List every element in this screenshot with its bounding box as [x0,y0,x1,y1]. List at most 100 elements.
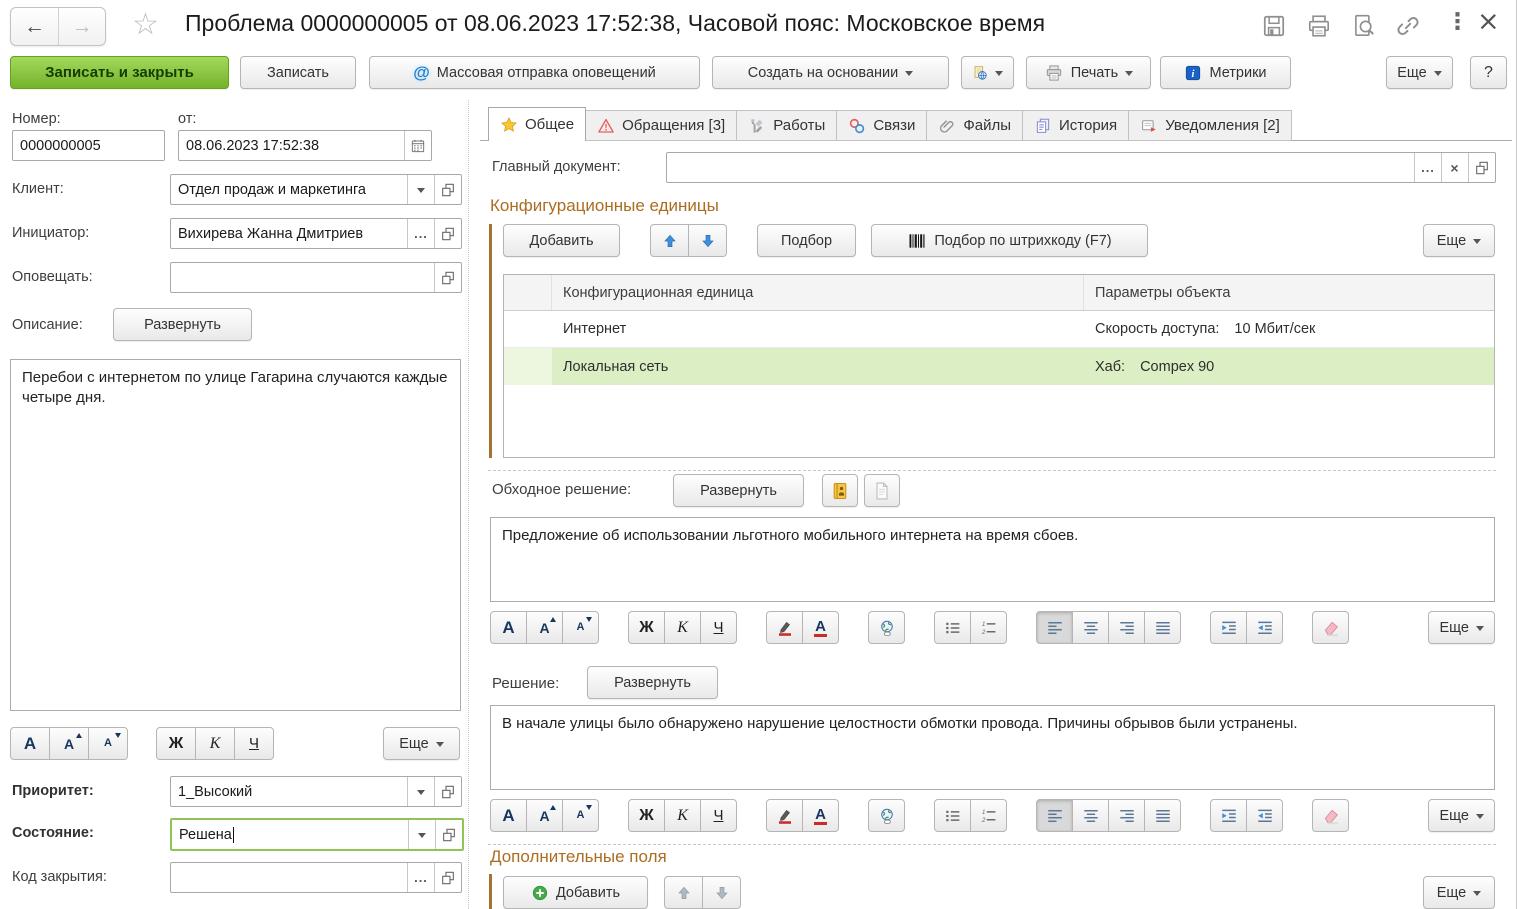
bulleted-list-button[interactable] [934,611,971,644]
initiator-open-icon[interactable] [434,219,461,248]
main-document-open-icon[interactable] [1468,153,1495,182]
initiator-select-icon[interactable]: ... [407,219,434,248]
tab-general[interactable]: Общее [488,107,586,141]
numbered-list-button[interactable]: 12 [970,611,1007,644]
workaround-expand-button[interactable]: Развернуть [673,474,804,507]
font-button[interactable]: А [490,799,527,832]
move-up-button-disabled[interactable] [664,876,703,909]
description-expand-button[interactable]: Развернуть [113,308,252,341]
clear-format-button[interactable] [1312,799,1349,832]
tab-files[interactable]: Файлы [927,110,1023,141]
print-menu-button[interactable]: Печать [1026,56,1151,89]
font-increase-button[interactable]: А [526,611,563,644]
indent-increase-button[interactable] [1210,611,1247,644]
close-code-open-icon[interactable] [434,863,461,892]
bulleted-list-button[interactable] [934,799,971,832]
number-input[interactable] [13,131,164,160]
description-textarea[interactable]: Перебои с интернетом по улице Гагарина с… [10,359,461,711]
align-justify-button[interactable] [1144,611,1181,644]
tab-notifications[interactable]: Уведомления [2] [1129,110,1292,141]
state-open-icon[interactable] [435,820,462,849]
move-down-button-disabled[interactable] [702,876,741,909]
font-decrease-button[interactable]: А [562,799,599,832]
solution-textarea[interactable]: В начале улицы было обнаружено нарушение… [490,705,1495,790]
calendar-icon[interactable] [404,131,431,160]
highlight-color-button[interactable] [766,799,803,832]
font-color-button[interactable]: А [802,611,839,644]
get-link-icon[interactable] [1395,13,1421,39]
client-input[interactable] [171,175,407,204]
state-dropdown[interactable] [408,820,435,849]
align-left-button[interactable] [1036,611,1073,644]
additional-more-button[interactable]: Еще [1423,876,1495,909]
notify-open-icon[interactable] [434,263,461,292]
table-row-selected[interactable]: Локальная сеть Хаб: Compex 90 [504,348,1494,385]
indent-decrease-button[interactable] [1246,611,1283,644]
notify-input[interactable] [171,263,434,292]
mass-notify-button[interactable]: @ Массовая отправка оповещений [369,56,700,89]
client-open-icon[interactable] [434,175,461,204]
workaround-textarea[interactable]: Предложение об использовании льготного м… [490,517,1495,602]
main-document-clear-icon[interactable]: × [1441,153,1468,182]
main-document-input[interactable] [667,153,1414,182]
italic-button[interactable]: К [664,799,701,832]
font-button[interactable]: А [10,727,50,760]
font-color-button[interactable]: А [802,799,839,832]
solution-expand-button[interactable]: Развернуть [587,666,718,699]
date-input[interactable] [179,131,404,160]
config-pick-barcode-button[interactable]: Подбор по штрихкоду (F7) [871,224,1148,257]
help-button[interactable]: ? [1470,56,1507,89]
indent-increase-button[interactable] [1210,799,1247,832]
print-icon[interactable] [1306,13,1332,39]
editor-more-button[interactable]: Еще [1428,611,1495,644]
align-right-button[interactable] [1108,799,1145,832]
save-as-template-button[interactable] [864,474,900,507]
priority-open-icon[interactable] [434,777,461,806]
create-email-dropdown-button[interactable] [961,56,1014,89]
tab-works[interactable]: Работы [737,110,837,141]
numbered-list-button[interactable]: 12 [970,799,1007,832]
bold-button[interactable]: Ж [628,799,665,832]
panel-splitter[interactable] [468,100,469,909]
align-justify-button[interactable] [1144,799,1181,832]
additional-add-button[interactable]: Добавить [503,876,648,909]
bold-button[interactable]: Ж [156,727,196,760]
more-button[interactable]: Еще [1386,56,1453,89]
insert-link-button[interactable] [868,611,905,644]
close-code-select-icon[interactable]: ... [407,863,434,892]
config-pick-button[interactable]: Подбор [757,224,856,257]
priority-input[interactable] [171,777,407,806]
font-decrease-button[interactable]: А [562,611,599,644]
move-up-button[interactable] [650,224,689,257]
font-increase-button[interactable]: А [49,727,89,760]
align-right-button[interactable] [1108,611,1145,644]
insert-link-button[interactable] [868,799,905,832]
close-icon[interactable]: × [1477,6,1500,37]
save-close-button[interactable]: Записать и закрыть [10,56,229,89]
client-dropdown[interactable] [407,175,434,204]
metrics-button[interactable]: i Метрики [1160,56,1291,89]
insert-template-button[interactable] [822,474,858,507]
align-center-button[interactable] [1072,799,1109,832]
italic-button[interactable]: К [195,727,235,760]
favorite-icon[interactable]: ☆ [132,7,159,42]
close-code-input[interactable] [171,863,407,892]
print-preview-icon[interactable] [1351,13,1377,39]
initiator-input[interactable] [171,219,407,248]
back-icon[interactable]: ← [11,8,58,45]
underline-button[interactable]: Ч [234,727,274,760]
font-decrease-button[interactable]: А [88,727,128,760]
underline-button[interactable]: Ч [700,611,737,644]
config-add-button[interactable]: Добавить [503,224,620,257]
indent-decrease-button[interactable] [1246,799,1283,832]
save-button[interactable]: Записать [240,56,356,89]
italic-button[interactable]: К [664,611,701,644]
font-button[interactable]: А [490,611,527,644]
state-input[interactable]: Решена [172,820,408,849]
config-more-button[interactable]: Еще [1423,224,1495,257]
tab-links[interactable]: Связи [837,110,927,141]
bold-button[interactable]: Ж [628,611,665,644]
align-left-button[interactable] [1036,799,1073,832]
table-row[interactable]: Интернет Скорость доступа: 10 Мбит/сек [504,311,1494,348]
save-icon[interactable] [1261,13,1287,39]
